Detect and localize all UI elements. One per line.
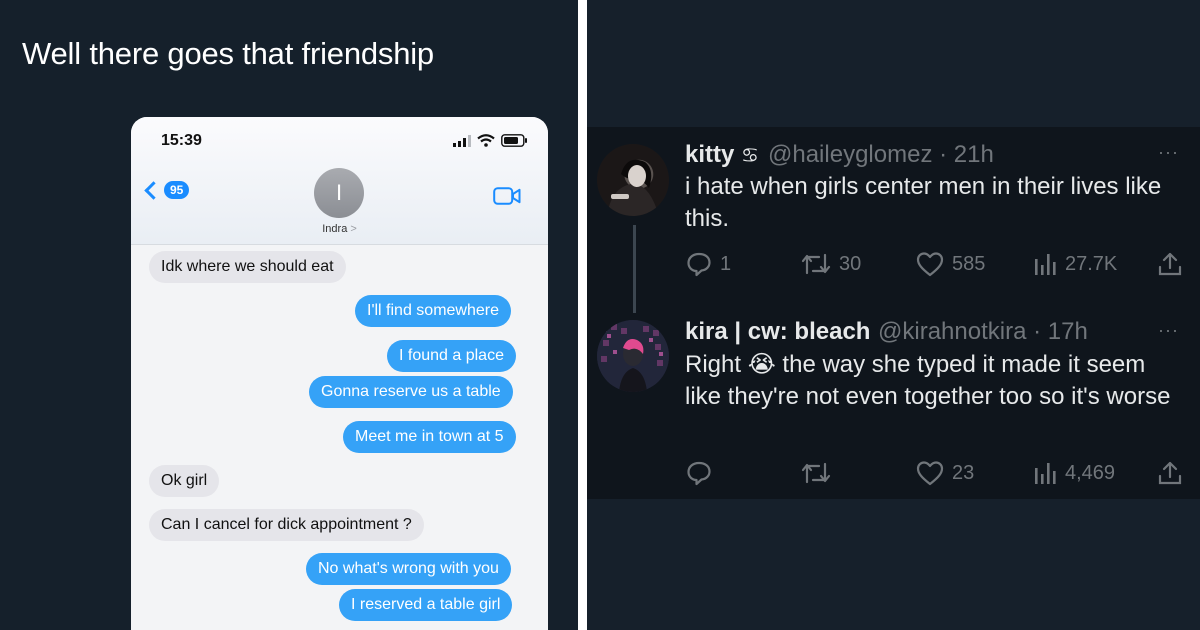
video-call-icon[interactable] xyxy=(493,187,521,205)
message-bubble-sent: I reserved a table girl xyxy=(339,589,513,621)
message-bubble-sent: Gonna reserve us a table xyxy=(309,376,513,408)
retweet-icon xyxy=(801,462,831,484)
message-bubble-sent: I'll find somewhere xyxy=(355,295,511,327)
analytics-icon xyxy=(1035,463,1056,484)
retweet-button[interactable]: 30 xyxy=(801,251,861,277)
share-icon xyxy=(1158,252,1182,276)
reply-icon xyxy=(687,461,711,486)
status-time: 15:39 xyxy=(161,132,202,149)
imessage-header: 15:39 95 I Indra > xyxy=(131,117,548,245)
unread-count-badge: 95 xyxy=(164,181,190,199)
view-count: 27.7K xyxy=(1065,252,1118,275)
message-bubble-received: Can I cancel for dick appointment ? xyxy=(149,509,424,541)
reply-button[interactable] xyxy=(686,460,720,486)
heart-icon xyxy=(916,252,944,277)
thread-connector xyxy=(633,225,636,313)
retweet-icon xyxy=(801,253,831,275)
message-bubble-sent: Meet me in town at 5 xyxy=(343,421,516,453)
contact-name: Indra xyxy=(322,223,348,235)
meme-left-panel: Well there goes that friendship 15:39 95… xyxy=(0,0,578,630)
avatar-photo-icon xyxy=(597,320,669,392)
chevron-right-icon: > xyxy=(350,223,357,235)
heart-icon xyxy=(916,461,944,486)
avatar[interactable] xyxy=(597,144,669,216)
tweet-timestamp[interactable]: 17h xyxy=(1048,318,1088,345)
analytics-icon xyxy=(1035,254,1056,275)
like-button[interactable]: 585 xyxy=(916,251,985,277)
back-button[interactable]: 95 xyxy=(144,180,190,200)
imessage-screenshot: 15:39 95 I Indra > Idk where we should e… xyxy=(131,117,548,630)
reply-button[interactable]: 1 xyxy=(686,251,731,277)
tweet-text: i hate when girls center men in their li… xyxy=(685,173,1162,232)
tweet-meta: @kirahnotkira · 17h xyxy=(878,318,1088,345)
reply-icon xyxy=(687,252,711,277)
message-bubble-sent: I found a place xyxy=(387,340,516,372)
views-button[interactable]: 4,469 xyxy=(1033,460,1115,486)
chevron-left-icon xyxy=(144,180,163,200)
avatar[interactable] xyxy=(597,320,669,392)
user-handle[interactable]: @kirahnotkira xyxy=(878,318,1026,345)
battery-icon xyxy=(501,134,527,147)
avatar-photo-icon xyxy=(607,159,659,216)
more-options-icon[interactable]: ··· xyxy=(1158,142,1179,163)
contact-avatar[interactable]: I xyxy=(314,168,364,218)
wifi-icon xyxy=(477,134,495,147)
tweet-timestamp[interactable]: 21h xyxy=(954,141,994,168)
display-name[interactable]: kitty ♋ xyxy=(685,141,759,169)
like-count: 585 xyxy=(952,252,986,275)
contact-name-button[interactable]: Indra > xyxy=(131,223,548,235)
user-handle[interactable]: @haileyglomez xyxy=(768,141,932,168)
cancer-zodiac-icon: ♋ xyxy=(741,145,759,167)
retweet-button[interactable] xyxy=(801,460,839,486)
cellular-signal-icon xyxy=(453,134,471,147)
message-bubble-received: Ok girl xyxy=(149,465,220,497)
share-button[interactable] xyxy=(1157,460,1183,486)
more-options-icon[interactable]: ··· xyxy=(1158,320,1179,341)
tweet-text: Right 😭 the way she typed it made it see… xyxy=(685,351,1171,410)
views-button[interactable]: 27.7K xyxy=(1033,251,1117,277)
meme-caption: Well there goes that friendship xyxy=(22,36,434,71)
reply-count: 1 xyxy=(720,252,732,275)
share-button[interactable] xyxy=(1157,251,1183,277)
retweet-count: 30 xyxy=(839,252,862,275)
like-button[interactable]: 23 xyxy=(916,460,974,486)
like-count: 23 xyxy=(952,461,975,484)
status-icons xyxy=(453,134,528,147)
share-icon xyxy=(1158,461,1182,485)
tweet-meta: @haileyglomez · 21h xyxy=(768,141,994,168)
loudly-crying-emoji: 😭 xyxy=(747,351,776,378)
panel-divider xyxy=(578,0,587,630)
message-bubble-sent: No what's wrong with you xyxy=(306,553,511,585)
display-name[interactable]: kira | cw: bleach xyxy=(685,318,870,346)
view-count: 4,469 xyxy=(1065,461,1116,484)
message-bubble-received: Idk where we should eat xyxy=(149,251,346,283)
meme-right-panel xyxy=(587,0,1200,630)
